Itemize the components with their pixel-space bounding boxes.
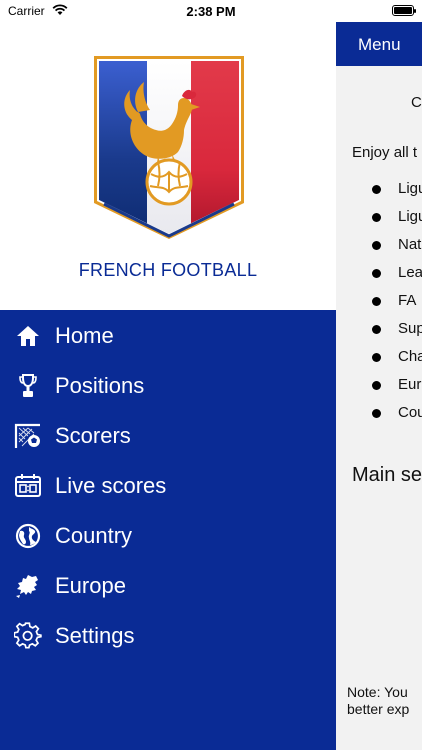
list-item: Nat <box>372 236 422 264</box>
competition-list: Ligu Ligu Nat Lea FA Sup Cha Eur Cou <box>372 180 422 432</box>
drawer-menu: Home Positions Scorers Live scores Count… <box>0 311 336 661</box>
menu-item-scorers[interactable]: Scorers <box>0 411 336 461</box>
menu-item-settings[interactable]: Settings <box>0 611 336 661</box>
menu-item-country[interactable]: Country <box>0 511 336 561</box>
drawer-header: FRENCH FOOTBALL <box>0 22 336 310</box>
list-item: Sup <box>372 320 422 348</box>
menu-item-positions[interactable]: Positions <box>0 361 336 411</box>
menu-item-europe[interactable]: Europe <box>0 561 336 611</box>
side-drawer: FRENCH FOOTBALL Home Positions Scorers L… <box>0 22 336 750</box>
scoreboard-icon <box>15 474 41 497</box>
content-heading: C <box>411 94 422 111</box>
europe-map-icon <box>16 575 38 598</box>
list-item: Lea <box>372 264 422 292</box>
menu-item-label: Positions <box>55 373 145 398</box>
home-icon <box>17 326 39 346</box>
menu-item-live-scores[interactable]: Live scores <box>0 461 336 511</box>
list-item: Cou <box>372 404 422 432</box>
section-heading: Main se <box>352 464 422 486</box>
list-item: Ligu <box>372 208 422 236</box>
battery-icon <box>392 5 416 16</box>
note-text: Note: You better exp <box>347 684 409 718</box>
nav-title: Menu <box>358 35 401 54</box>
menu-item-label: Live scores <box>55 473 167 498</box>
status-bar: Carrier 2:38 PM <box>0 0 422 22</box>
note-line: Note: You <box>347 684 408 700</box>
background-content: Menu C Enjoy all t Ligu Ligu Nat Lea FA … <box>336 22 422 750</box>
rooster-crest-logo <box>94 56 244 239</box>
menu-item-label: Settings <box>55 623 135 648</box>
nav-bar: Menu <box>336 22 422 66</box>
intro-text: Enjoy all t <box>352 144 418 161</box>
list-item: Eur <box>372 376 422 404</box>
list-item: FA <box>372 292 422 320</box>
menu-item-label: Europe <box>55 573 126 598</box>
menu-item-label: Scorers <box>55 423 131 448</box>
clock: 2:38 PM <box>186 4 236 19</box>
trophy-icon <box>19 374 37 397</box>
app-brand-title: FRENCH FOOTBALL <box>78 260 258 280</box>
goal-icon <box>14 423 40 448</box>
list-item: Cha <box>372 348 422 376</box>
gear-icon <box>14 622 42 649</box>
menu-item-home[interactable]: Home <box>0 311 336 361</box>
globe-icon <box>15 523 41 549</box>
menu-item-label: Home <box>55 323 114 348</box>
list-item: Ligu <box>372 180 422 208</box>
menu-item-label: Country <box>55 523 133 548</box>
note-line: better exp <box>347 701 410 717</box>
